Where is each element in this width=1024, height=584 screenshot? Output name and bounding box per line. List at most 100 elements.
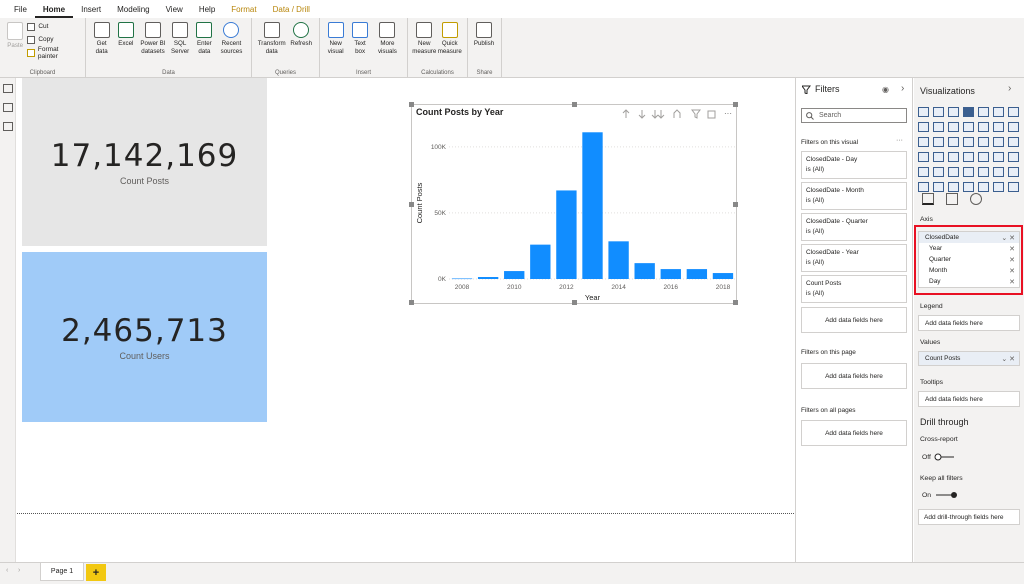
visual-type-icon[interactable]: [948, 152, 959, 162]
prev-page-icon[interactable]: ‹: [6, 567, 8, 574]
bar-2008[interactable]: [451, 278, 473, 280]
axis-subfield[interactable]: Quarter ✕: [919, 254, 1019, 265]
bar-2018[interactable]: [712, 273, 734, 279]
tab-help[interactable]: Help: [191, 5, 223, 18]
bar-2017[interactable]: [686, 269, 708, 279]
more-options-icon[interactable]: ···: [896, 137, 903, 144]
bar-2013[interactable]: [582, 132, 603, 279]
filter-card-year[interactable]: ClosedDate - Year is (All): [801, 244, 907, 272]
eye-icon[interactable]: ◉: [882, 85, 889, 94]
model-view-icon[interactable]: [3, 122, 13, 131]
visual-type-icon[interactable]: [978, 182, 989, 192]
bar-2016[interactable]: [660, 269, 681, 279]
visual-type-icon[interactable]: [1008, 122, 1019, 132]
page-filter-drop-zone[interactable]: Add data fields here: [801, 363, 907, 389]
visual-type-icon[interactable]: [978, 152, 989, 162]
tab-insert[interactable]: Insert: [73, 5, 109, 18]
visual-type-icon[interactable]: [918, 107, 929, 117]
resize-handle[interactable]: [409, 300, 414, 305]
analytics-magnifier-icon[interactable]: [970, 193, 982, 205]
tab-view[interactable]: View: [158, 5, 191, 18]
tab-modeling[interactable]: Modeling: [109, 5, 157, 18]
visual-type-icon[interactable]: [993, 182, 1004, 192]
filter-card-day[interactable]: ClosedDate - Day is (All): [801, 151, 907, 179]
expand-remove-icons[interactable]: ⌄ ✕: [1001, 355, 1015, 363]
remove-icon[interactable]: ✕: [1009, 256, 1015, 264]
card-count-users[interactable]: 2,465,713 Count Users: [22, 252, 267, 422]
visual-type-icon[interactable]: [1008, 137, 1019, 147]
visual-type-icon[interactable]: [933, 152, 944, 162]
visual-type-icon[interactable]: [978, 137, 989, 147]
visual-type-icon[interactable]: [918, 137, 929, 147]
visual-type-icon[interactable]: [993, 107, 1004, 117]
bar-2014[interactable]: [608, 241, 629, 279]
axis-subfield[interactable]: Year ✕: [919, 243, 1019, 254]
visual-type-icon[interactable]: [993, 122, 1004, 132]
bar-2010[interactable]: [504, 271, 525, 279]
visual-type-icon[interactable]: [963, 137, 974, 147]
copy-button[interactable]: Copy: [27, 33, 77, 46]
collapse-chevron-icon[interactable]: ›: [1008, 83, 1011, 94]
remove-icon[interactable]: ✕: [1009, 267, 1015, 275]
add-page-button[interactable]: +: [86, 564, 106, 581]
visual-type-icon[interactable]: [963, 167, 974, 177]
keep-filters-toggle[interactable]: On: [922, 491, 959, 499]
visual-type-icon[interactable]: [978, 107, 989, 117]
resize-handle[interactable]: [733, 202, 738, 207]
axis-subfield[interactable]: Month ✕: [919, 265, 1019, 276]
tab-format[interactable]: Format: [223, 5, 264, 18]
filter-card-quarter[interactable]: ClosedDate - Quarter is (All): [801, 213, 907, 241]
resize-handle[interactable]: [733, 102, 738, 107]
fields-tab-icon[interactable]: [922, 193, 934, 205]
visual-type-icon[interactable]: [918, 122, 929, 132]
remove-icon[interactable]: ✕: [1009, 245, 1015, 253]
bar-2011[interactable]: [530, 244, 551, 279]
resize-handle[interactable]: [572, 300, 577, 305]
visual-type-icon[interactable]: [993, 167, 1004, 177]
resize-handle[interactable]: [733, 300, 738, 305]
bar-2012[interactable]: [556, 190, 577, 279]
report-view-icon[interactable]: [3, 84, 13, 93]
visual-type-icon[interactable]: [933, 182, 944, 192]
expand-remove-icons[interactable]: ⌄ ✕: [1001, 234, 1015, 242]
visual-type-icon[interactable]: [1008, 182, 1019, 192]
bar-2015[interactable]: [634, 263, 655, 279]
filter-card-month[interactable]: ClosedDate - Month is (All): [801, 182, 907, 210]
tooltips-drop-zone[interactable]: Add data fields here: [918, 391, 1020, 407]
visual-type-icon[interactable]: [918, 182, 929, 192]
visual-type-icon[interactable]: [918, 152, 929, 162]
visual-type-icon[interactable]: [993, 152, 1004, 162]
visual-filter-drop-zone[interactable]: Add data fields here: [801, 307, 907, 333]
visual-type-icon[interactable]: [948, 182, 959, 192]
clustered-column-chart-icon[interactable]: [963, 107, 974, 117]
tab-data-drill[interactable]: Data / Drill: [265, 5, 318, 18]
visual-type-icon[interactable]: [963, 182, 974, 192]
drill-through-drop-zone[interactable]: Add drill-through fields here: [918, 509, 1020, 525]
visual-type-icon[interactable]: [963, 122, 974, 132]
visual-type-icon[interactable]: [1008, 107, 1019, 117]
visual-type-icon[interactable]: [948, 107, 959, 117]
values-field-count-posts[interactable]: Count Posts ⌄ ✕: [919, 352, 1019, 365]
visual-type-icon[interactable]: [978, 122, 989, 132]
visual-type-icon[interactable]: [948, 167, 959, 177]
axis-field-closeddate[interactable]: ClosedDate ⌄ ✕: [919, 232, 1019, 243]
resize-handle[interactable]: [409, 102, 414, 107]
data-view-icon[interactable]: [3, 103, 13, 112]
visual-type-icon[interactable]: [933, 122, 944, 132]
visual-type-icon[interactable]: [918, 167, 929, 177]
format-painter-button[interactable]: Format painter: [27, 46, 77, 60]
values-well[interactable]: Count Posts ⌄ ✕: [918, 351, 1020, 366]
next-page-icon[interactable]: ›: [18, 567, 20, 574]
visual-type-icon[interactable]: [933, 167, 944, 177]
visual-type-icon[interactable]: [978, 167, 989, 177]
visual-type-icon[interactable]: [993, 137, 1004, 147]
remove-icon[interactable]: ✕: [1009, 278, 1015, 286]
cross-report-toggle[interactable]: Off: [922, 453, 956, 461]
visual-type-icon[interactable]: [948, 122, 959, 132]
legend-drop-zone[interactable]: Add data fields here: [918, 315, 1020, 331]
collapse-chevron-icon[interactable]: ›: [901, 83, 904, 94]
bar-chart-visual[interactable]: Count Posts by Year ··· 0K 50K 100K 2008 201…: [409, 102, 738, 305]
axis-subfield[interactable]: Day ✕: [919, 276, 1019, 287]
tab-file[interactable]: File: [6, 5, 35, 18]
filter-search-input[interactable]: Search: [801, 108, 907, 123]
